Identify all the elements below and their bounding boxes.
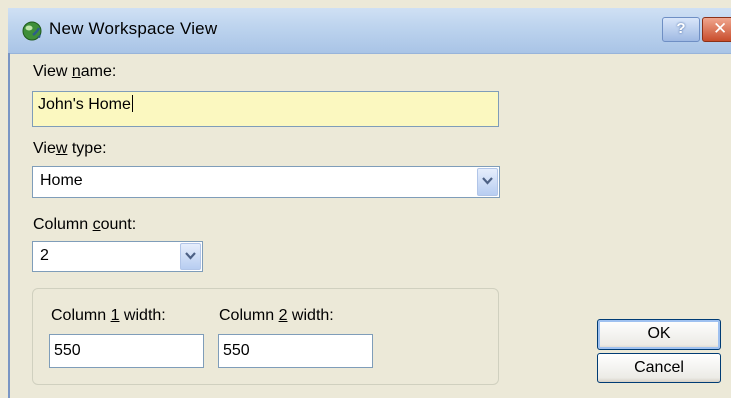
text-caret xyxy=(131,95,133,112)
help-button[interactable]: ? xyxy=(662,17,700,42)
help-icon: ? xyxy=(676,20,686,37)
app-globe-icon xyxy=(22,21,42,41)
view-type-label: View type: xyxy=(33,140,107,157)
chevron-down-icon xyxy=(482,177,493,185)
new-workspace-view-dialog: New Workspace View ? ✕ View name: John's… xyxy=(0,0,731,398)
column-count-dropdown-button[interactable] xyxy=(180,243,201,270)
view-type-select[interactable]: Home xyxy=(32,166,500,198)
chevron-down-icon xyxy=(185,252,196,260)
dialog-title: New Workspace View xyxy=(49,19,218,38)
ok-button[interactable]: OK xyxy=(597,319,721,350)
column-1-width-label: Column 1 width: xyxy=(51,307,166,324)
column-count-label: Column count: xyxy=(33,216,137,233)
close-button[interactable]: ✕ xyxy=(702,17,731,42)
cancel-button[interactable]: Cancel xyxy=(597,353,721,383)
column-1-width-input[interactable]: 550 xyxy=(49,334,204,368)
column-2-width-label: Column 2 width: xyxy=(219,307,334,324)
view-type-dropdown-button[interactable] xyxy=(477,168,498,196)
column-2-width-input[interactable]: 550 xyxy=(218,334,373,368)
view-name-input[interactable]: John's Home xyxy=(32,91,499,127)
view-name-label: View name: xyxy=(33,63,117,80)
window-frame-edge xyxy=(8,53,10,398)
column-count-select[interactable]: 2 xyxy=(32,241,203,272)
close-icon: ✕ xyxy=(713,19,728,38)
title-bar[interactable]: New Workspace View ? ✕ xyxy=(8,8,731,54)
